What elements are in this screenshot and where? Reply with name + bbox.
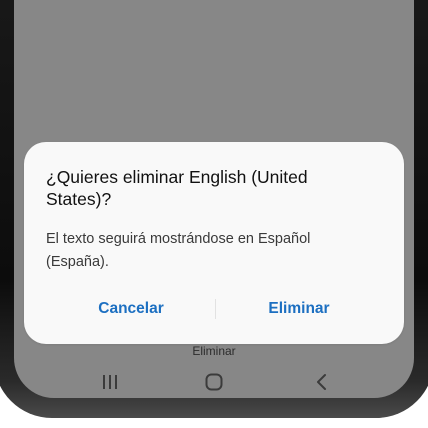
confirm-delete-button[interactable]: Eliminar xyxy=(206,292,392,326)
recent-apps-icon[interactable] xyxy=(98,370,122,394)
home-icon[interactable] xyxy=(202,370,226,394)
dialog-actions: Cancelar Eliminar xyxy=(24,292,404,326)
back-icon[interactable] xyxy=(310,370,334,394)
background-eliminar-label: Eliminar xyxy=(192,344,236,358)
device-stage: Eliminar ¿Quieres eliminar English (Unit… xyxy=(0,0,428,428)
dialog-message: El texto seguirá mostrándose en Español … xyxy=(46,231,311,270)
dialog-title: ¿Quieres eliminar English (United States… xyxy=(46,167,308,209)
delete-language-dialog: ¿Quieres eliminar English (United States… xyxy=(24,142,404,344)
cancel-button[interactable]: Cancelar xyxy=(38,292,224,326)
navigation-bar xyxy=(14,360,414,398)
